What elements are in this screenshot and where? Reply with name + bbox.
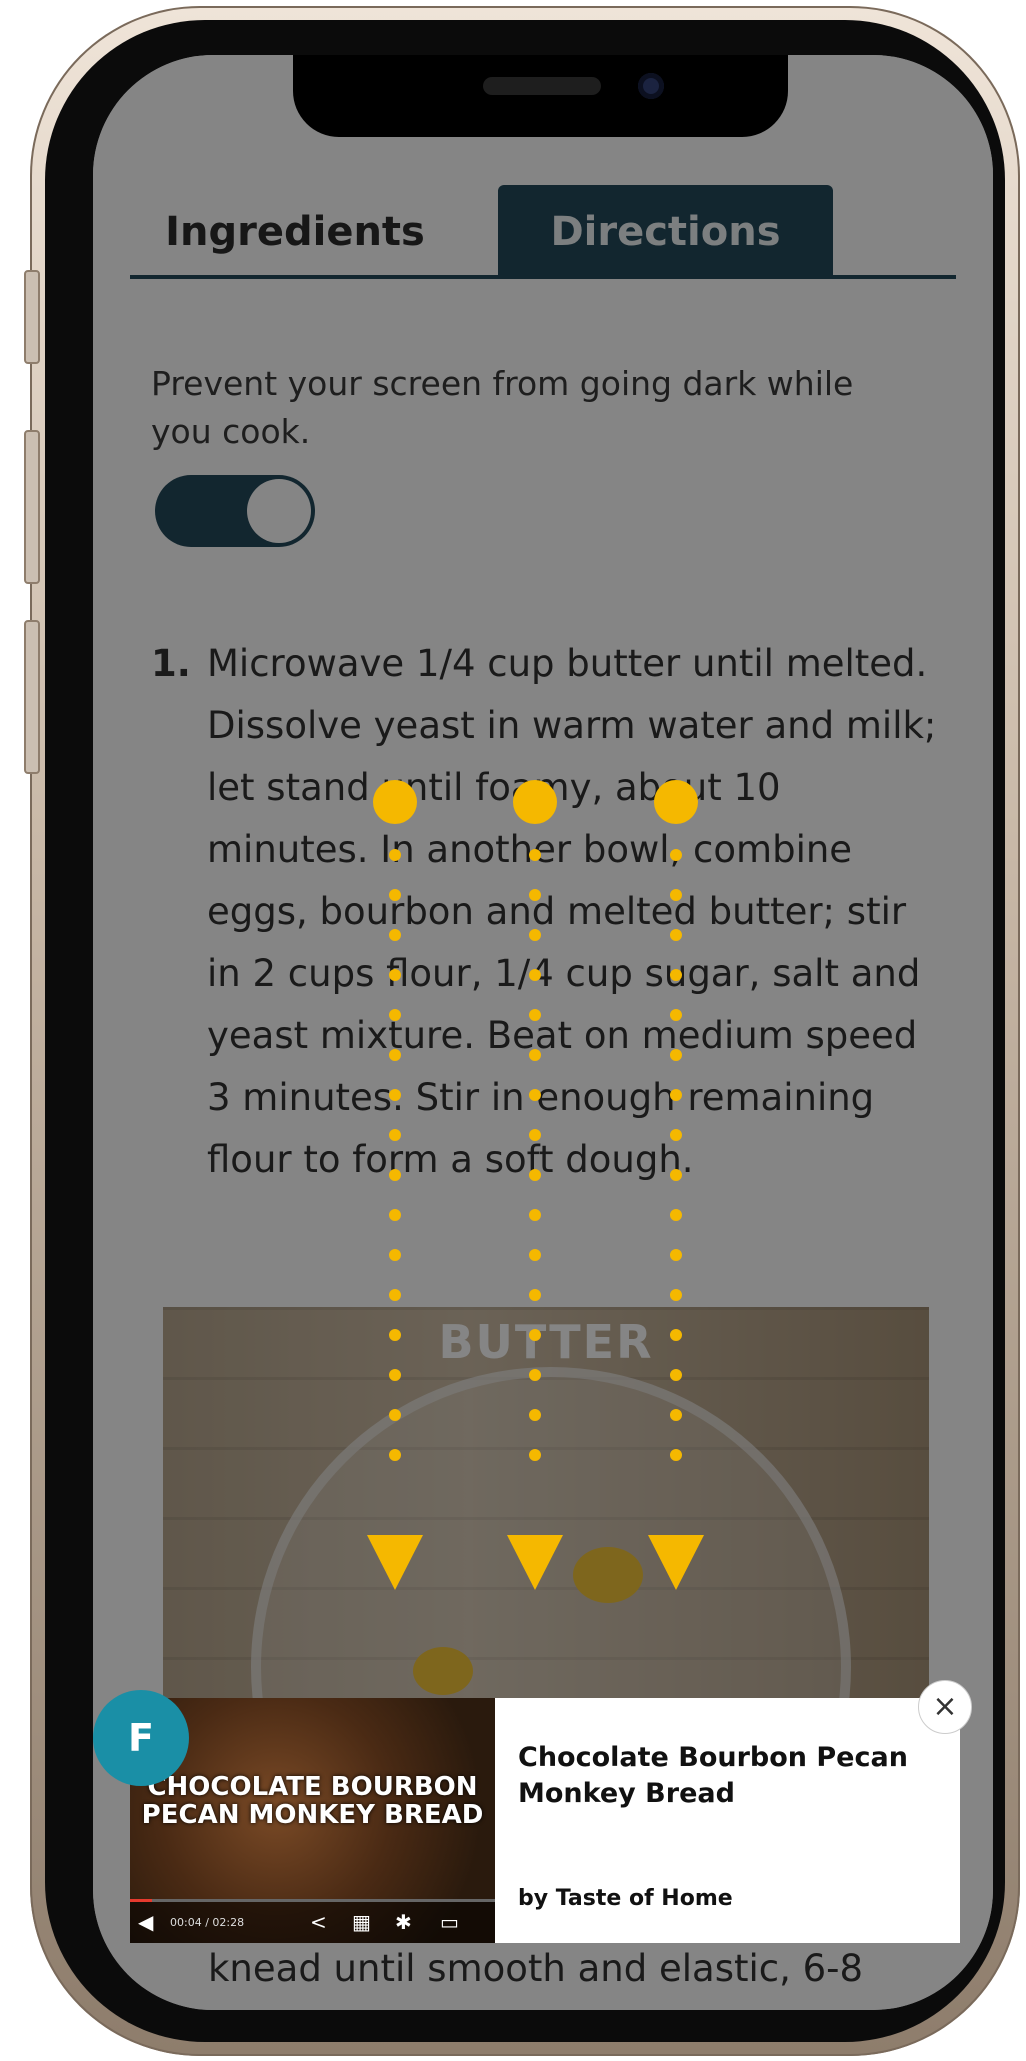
ad-video-controls: ◀ 00:04 / 02:28 < ▦ ✱ ▭ — [130, 1899, 495, 1943]
front-camera-icon — [638, 73, 664, 99]
ad-progress-bar[interactable] — [130, 1899, 495, 1902]
close-icon[interactable]: × — [918, 1680, 972, 1734]
share-icon[interactable]: < — [310, 1911, 327, 1933]
video-ad-banner[interactable]: F CHOCOLATE BOURBON PECAN MONKEY BREAD ◀… — [93, 1680, 972, 1943]
mute-icon[interactable]: ◀ — [138, 1911, 153, 1933]
picture-in-picture-icon[interactable]: ▭ — [440, 1911, 459, 1933]
volume-down-button — [24, 620, 40, 774]
ad-video-time: 00:04 / 02:28 — [170, 1916, 245, 1929]
volume-up-button — [24, 430, 40, 584]
ad-title[interactable]: Chocolate Bourbon Pecan Monkey Bread — [518, 1740, 938, 1812]
notch — [293, 55, 788, 137]
mute-switch — [24, 270, 40, 364]
finger-touch-point-1 — [373, 780, 417, 824]
arrow-down-icon — [507, 1535, 563, 1590]
phone-screen: Ingredients Directions Prevent your scre… — [93, 55, 993, 2010]
speaker-grille — [483, 77, 601, 95]
ad-progress-fill — [130, 1899, 152, 1902]
ad-badge: F — [93, 1690, 189, 1786]
settings-icon[interactable]: ✱ — [395, 1911, 412, 1933]
ad-attribution: by Taste of Home — [518, 1886, 733, 1911]
arrow-down-icon — [367, 1535, 423, 1590]
arrow-down-icon — [648, 1535, 704, 1590]
ad-thumbnail-title: CHOCOLATE BOURBON PECAN MONKEY BREAD — [141, 1772, 484, 1830]
finger-touch-point-3 — [654, 780, 698, 824]
finger-touch-point-2 — [513, 780, 557, 824]
grid-icon[interactable]: ▦ — [352, 1911, 371, 1933]
ad-text-block: Chocolate Bourbon Pecan Monkey Bread — [518, 1740, 938, 1812]
